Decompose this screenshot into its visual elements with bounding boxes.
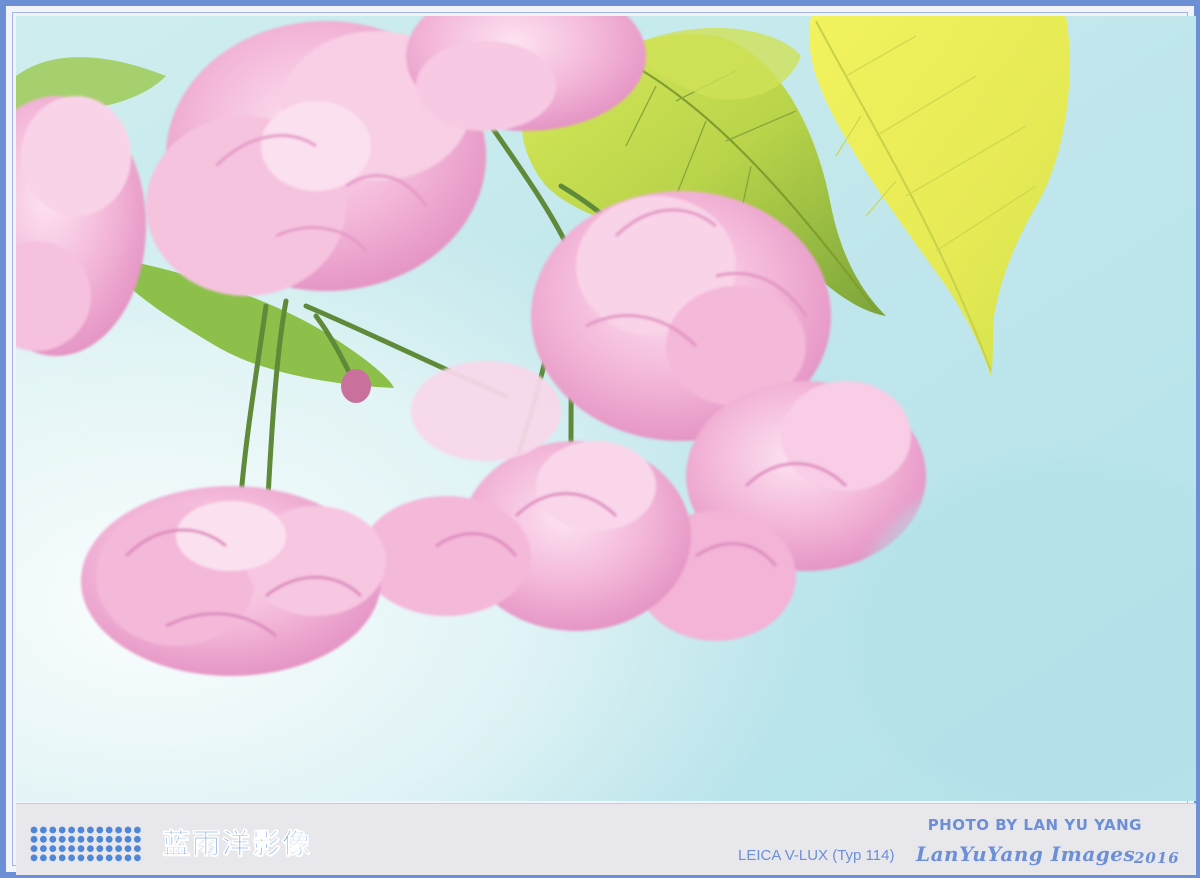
grid-dot (96, 835, 104, 843)
grid-dot (58, 845, 66, 852)
grid-dot (40, 854, 47, 862)
grid-dot (68, 854, 75, 862)
camera-model: LEICA V-LUX (Typ 114) (738, 847, 895, 864)
grid-dot (30, 826, 38, 834)
cherry-blossom-photo (16, 16, 1196, 801)
grid-dot (105, 835, 113, 843)
grid-dot (124, 845, 132, 852)
grid-dot (87, 835, 94, 843)
photo-credit: PHOTO BY LAN YU YANG (927, 816, 1142, 834)
grid-dot (87, 854, 94, 862)
grid-dot (49, 826, 57, 834)
grid-dot (96, 854, 104, 862)
grid-dot (49, 835, 57, 843)
grid-dot (49, 845, 57, 852)
signature: LanYuYang Images (916, 842, 1136, 866)
grid-dot (134, 845, 141, 852)
grid-dot (115, 845, 122, 852)
grid-dot (58, 835, 66, 843)
grid-dot (40, 835, 47, 843)
grid-dot (49, 854, 57, 862)
grid-dot (68, 845, 75, 852)
grid-dot (124, 854, 132, 862)
photo-frame: 蓝雨洋影像 PHOTO BY LAN YU YANG LEICA V-LUX (… (0, 0, 1200, 878)
grid-dot (30, 845, 38, 852)
grid-dot (77, 854, 85, 862)
grid-dot (96, 826, 104, 834)
grid-dot (96, 845, 104, 852)
caption-bar: 蓝雨洋影像 PHOTO BY LAN YU YANG LEICA V-LUX (… (16, 803, 1196, 875)
year: 2016 (1134, 849, 1180, 867)
grid-dot (124, 835, 132, 843)
grid-dot (134, 826, 141, 834)
grid-dot (68, 826, 75, 834)
dot-grid-logo (30, 826, 141, 862)
grid-dot (105, 845, 113, 852)
grid-dot (77, 845, 85, 852)
grid-dot (68, 835, 75, 843)
grid-dot (134, 835, 141, 843)
grid-dot (105, 826, 113, 834)
grid-dot (77, 835, 85, 843)
brand-chinese-title: 蓝雨洋影像 (162, 827, 313, 861)
grid-dot (87, 845, 94, 852)
grid-dot (124, 826, 132, 834)
grid-dot (105, 854, 113, 862)
grid-dot (77, 826, 85, 834)
grid-dot (40, 826, 47, 834)
flower-bud (341, 369, 371, 403)
grid-dot (40, 845, 47, 852)
grid-dot (115, 826, 122, 834)
grid-dot (134, 854, 141, 862)
grid-dot (115, 854, 122, 862)
grid-dot (58, 826, 66, 834)
grid-dot (30, 854, 38, 862)
grid-dot (58, 854, 66, 862)
photograph (16, 16, 1196, 801)
grid-dot (115, 835, 122, 843)
blossom-back-pale (411, 361, 561, 461)
grid-dot (87, 826, 94, 834)
grid-dot (30, 835, 38, 843)
